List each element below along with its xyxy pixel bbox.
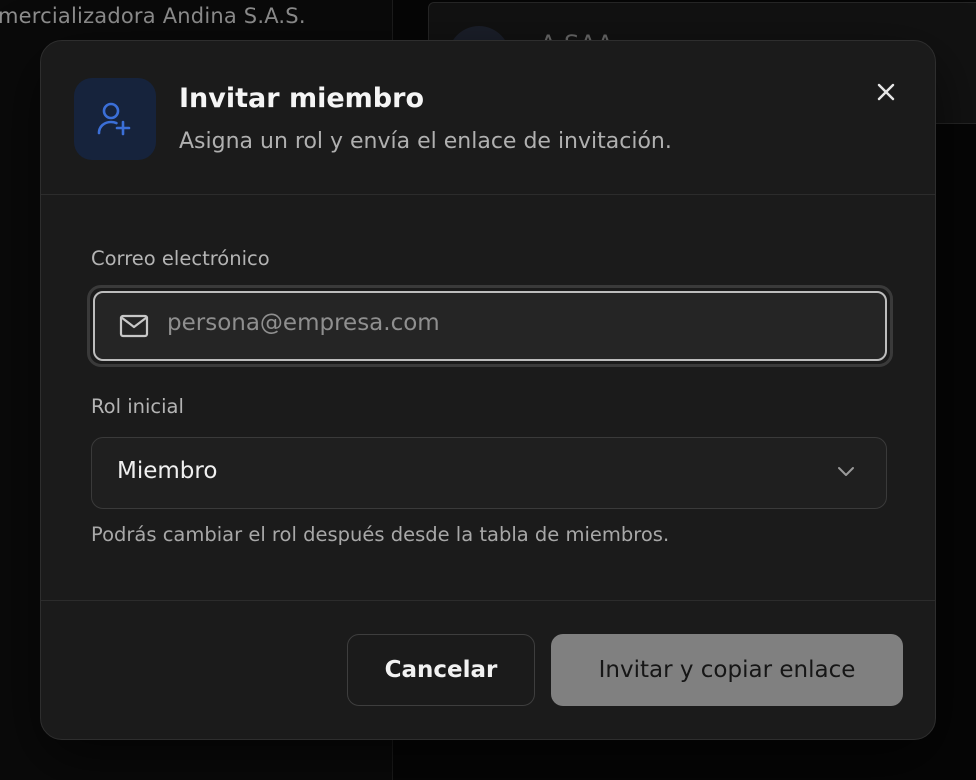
dialog-header: Invitar miembro Asigna un rol y envía el… <box>41 41 935 195</box>
dialog-subtitle: Asigna un rol y envía el enlace de invit… <box>179 129 672 154</box>
role-select[interactable]: Miembro <box>91 437 887 509</box>
email-field[interactable] <box>93 291 887 361</box>
mail-icon <box>119 314 149 338</box>
email-label: Correo electrónico <box>91 247 270 270</box>
dialog-body: Correo electrónico Rol inicial Miembro P… <box>41 195 935 601</box>
user-plus-icon <box>97 102 131 136</box>
invite-copy-link-button[interactable]: Invitar y copiar enlace <box>551 634 903 706</box>
chevron-down-icon <box>838 467 854 476</box>
invite-member-dialog: Invitar miembro Asigna un rol y envía el… <box>40 40 936 740</box>
email-focus-ring <box>87 285 893 367</box>
role-selected-value: Miembro <box>117 458 218 484</box>
email-input[interactable] <box>167 310 857 336</box>
close-button[interactable] <box>869 75 903 109</box>
close-icon <box>877 83 895 101</box>
header-icon-tile <box>74 78 156 160</box>
role-hint-text: Podrás cambiar el rol después desde la t… <box>91 523 670 546</box>
cancel-button[interactable]: Cancelar <box>347 634 535 706</box>
dialog-title: Invitar miembro <box>179 83 424 114</box>
organization-name: mercializadora Andina S.A.S. <box>0 4 306 28</box>
dialog-footer: Cancelar Invitar y copiar enlace <box>41 601 935 739</box>
role-label: Rol inicial <box>91 395 184 418</box>
